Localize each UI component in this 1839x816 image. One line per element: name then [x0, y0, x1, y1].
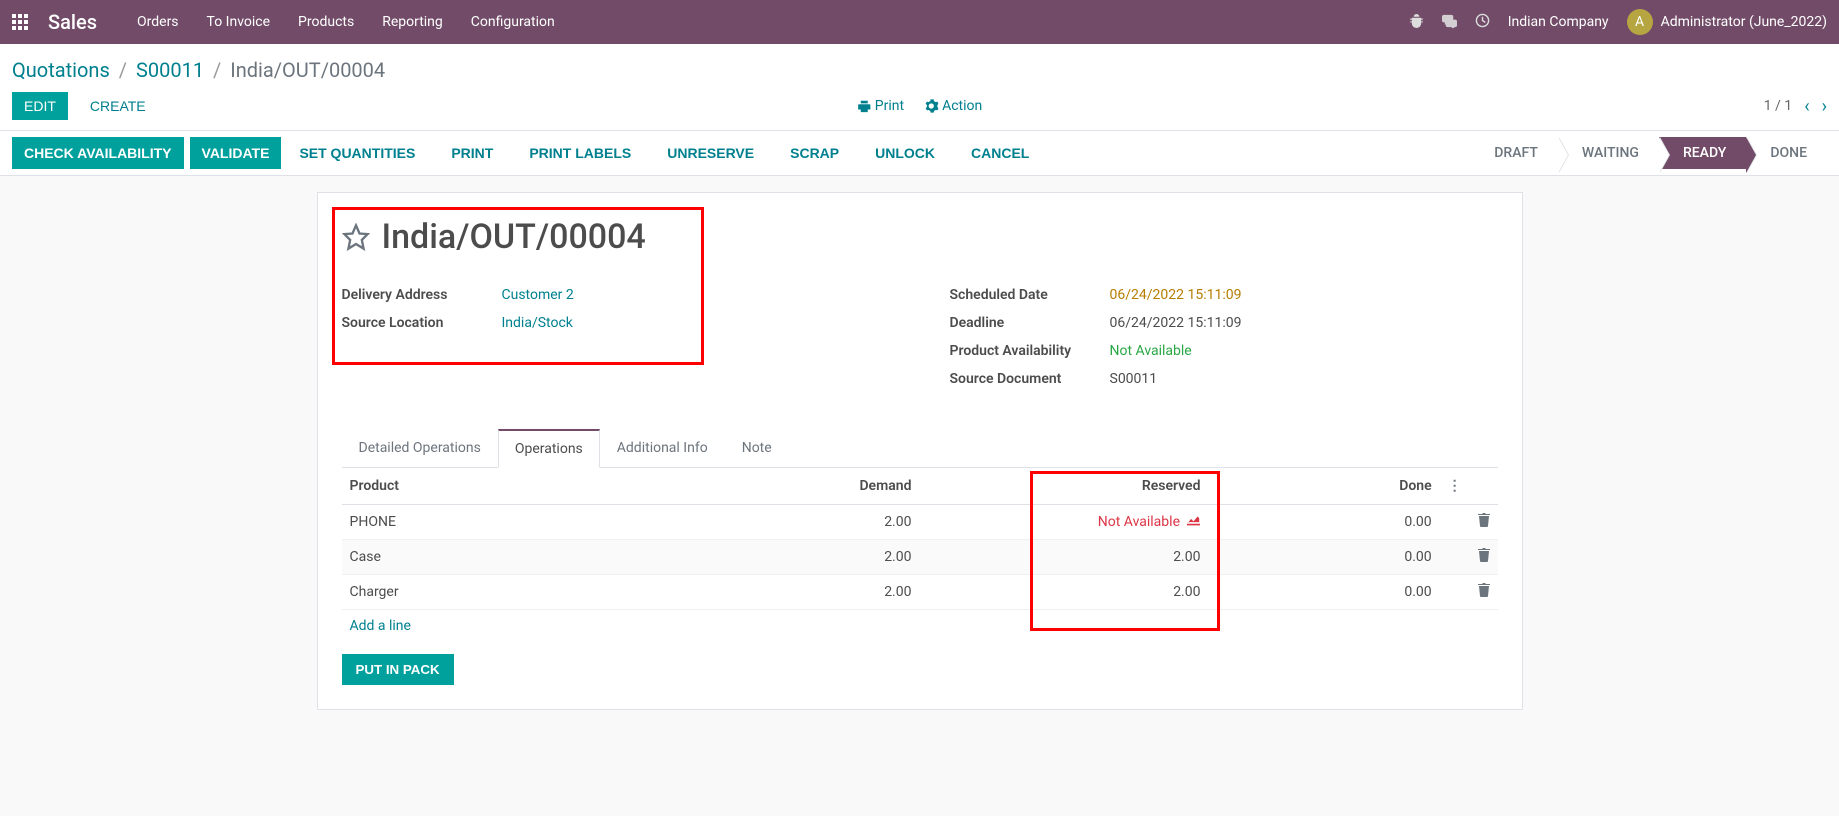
nav-to-invoice[interactable]: To Invoice — [207, 14, 271, 30]
nav-reporting[interactable]: Reporting — [382, 14, 443, 30]
nav-menu: Orders To Invoice Products Reporting Con… — [137, 14, 555, 30]
form-sheet: India/OUT/00004 Delivery Address Custome… — [317, 192, 1523, 710]
cell-demand: 2.00 — [665, 540, 919, 575]
status-bar: CHECK AVAILABILITY VALIDATE SET QUANTITI… — [0, 131, 1839, 176]
unreserve-button[interactable]: UNRESERVE — [655, 137, 766, 169]
gear-icon — [924, 99, 938, 113]
tabs: Detailed Operations Operations Additiona… — [342, 429, 1498, 468]
th-demand[interactable]: Demand — [665, 468, 919, 505]
chat-icon[interactable] — [1442, 13, 1457, 32]
delete-row-icon[interactable] — [1478, 515, 1490, 531]
cell-done: 0.00 — [1208, 575, 1439, 610]
stage-ready[interactable]: READY — [1659, 137, 1746, 169]
app-brand[interactable]: Sales — [48, 10, 97, 34]
nav-orders[interactable]: Orders — [137, 14, 179, 30]
source-doc-label: Source Document — [950, 371, 1110, 387]
source-doc-value: S00011 — [1110, 371, 1158, 387]
delivery-address-label: Delivery Address — [342, 287, 502, 303]
tab-additional-info[interactable]: Additional Info — [600, 429, 725, 467]
operations-table: Product Demand Reserved Done ⋮ PHONE 2.0… — [342, 468, 1498, 610]
delete-row-icon[interactable] — [1478, 585, 1490, 601]
cell-demand: 2.00 — [665, 575, 919, 610]
nav-configuration[interactable]: Configuration — [471, 14, 555, 30]
user-menu[interactable]: A Administrator (June_2022) — [1627, 9, 1827, 35]
set-quantities-button[interactable]: SET QUANTITIES — [287, 137, 427, 169]
pager-prev[interactable]: ‹ — [1804, 96, 1809, 117]
create-button[interactable]: CREATE — [78, 92, 158, 120]
delete-row-icon[interactable] — [1478, 550, 1490, 566]
company-switcher[interactable]: Indian Company — [1508, 14, 1609, 30]
cell-reserved: 2.00 — [919, 540, 1208, 575]
edit-button[interactable]: EDIT — [12, 92, 68, 120]
deadline-label: Deadline — [950, 315, 1110, 331]
deadline-value: 06/24/2022 15:11:09 — [1110, 315, 1242, 331]
stage-waiting[interactable]: WAITING — [1558, 137, 1659, 169]
breadcrumb: Quotations / S00011 / India/OUT/00004 — [0, 44, 1839, 92]
username: Administrator (June_2022) — [1661, 14, 1827, 30]
stage-draft[interactable]: DRAFT — [1470, 137, 1558, 169]
cell-reserved: 2.00 — [919, 575, 1208, 610]
source-location-label: Source Location — [342, 315, 502, 331]
clock-icon[interactable] — [1475, 13, 1490, 32]
print-icon — [857, 99, 871, 113]
priority-star-icon[interactable] — [342, 223, 370, 251]
print-button[interactable]: PRINT — [439, 137, 505, 169]
apps-icon[interactable] — [12, 14, 28, 30]
nav-products[interactable]: Products — [298, 14, 354, 30]
top-navbar: Sales Orders To Invoice Products Reporti… — [0, 0, 1839, 44]
scheduled-date-value: 06/24/2022 15:11:09 — [1110, 287, 1242, 303]
table-row[interactable]: Case 2.00 2.00 0.00 — [342, 540, 1498, 575]
reserved-not-available: Not Available — [1098, 514, 1180, 530]
print-dropdown[interactable]: Print — [857, 98, 904, 114]
column-options-icon[interactable]: ⋮ — [1448, 478, 1462, 494]
print-labels-button[interactable]: PRINT LABELS — [517, 137, 643, 169]
source-location-value[interactable]: India/Stock — [502, 315, 573, 331]
unlock-button[interactable]: UNLOCK — [863, 137, 947, 169]
availability-value: Not Available — [1110, 343, 1192, 359]
pager-text: 1 / 1 — [1764, 98, 1792, 114]
action-dropdown[interactable]: Action — [924, 98, 982, 114]
table-row[interactable]: PHONE 2.00 Not Available 0.00 — [342, 505, 1498, 540]
cancel-button[interactable]: CANCEL — [959, 137, 1041, 169]
th-product[interactable]: Product — [342, 468, 666, 505]
add-line-link[interactable]: Add a line — [342, 610, 419, 642]
th-reserved[interactable]: Reserved — [919, 468, 1208, 505]
cell-demand: 2.00 — [665, 505, 919, 540]
tab-detailed-operations[interactable]: Detailed Operations — [342, 429, 498, 467]
th-done[interactable]: Done — [1208, 468, 1439, 505]
pager-next[interactable]: › — [1822, 96, 1827, 117]
cell-done: 0.00 — [1208, 505, 1439, 540]
bug-icon[interactable] — [1409, 13, 1424, 32]
cell-done: 0.00 — [1208, 540, 1439, 575]
forecast-icon[interactable] — [1187, 514, 1200, 530]
breadcrumb-order[interactable]: S00011 — [136, 58, 204, 82]
cell-product: Charger — [342, 575, 666, 610]
record-title: India/OUT/00004 — [382, 217, 646, 257]
delivery-address-value[interactable]: Customer 2 — [502, 287, 574, 303]
breadcrumb-current: India/OUT/00004 — [230, 58, 385, 82]
tab-operations[interactable]: Operations — [498, 429, 600, 468]
cell-product: PHONE — [342, 505, 666, 540]
avatar: A — [1627, 9, 1653, 35]
breadcrumb-quotations[interactable]: Quotations — [12, 58, 110, 82]
table-row[interactable]: Charger 2.00 2.00 0.00 — [342, 575, 1498, 610]
status-stages: DRAFT WAITING READY DONE — [1470, 137, 1827, 169]
validate-button[interactable]: VALIDATE — [190, 137, 282, 169]
stage-done[interactable]: DONE — [1746, 137, 1827, 169]
availability-label: Product Availability — [950, 343, 1110, 359]
scheduled-date-label: Scheduled Date — [950, 287, 1110, 303]
check-availability-button[interactable]: CHECK AVAILABILITY — [12, 137, 184, 169]
cell-product: Case — [342, 540, 666, 575]
scrap-button[interactable]: SCRAP — [778, 137, 851, 169]
cell-reserved: Not Available — [919, 505, 1208, 540]
put-in-pack-button[interactable]: PUT IN PACK — [342, 654, 454, 685]
tab-note[interactable]: Note — [725, 429, 789, 467]
